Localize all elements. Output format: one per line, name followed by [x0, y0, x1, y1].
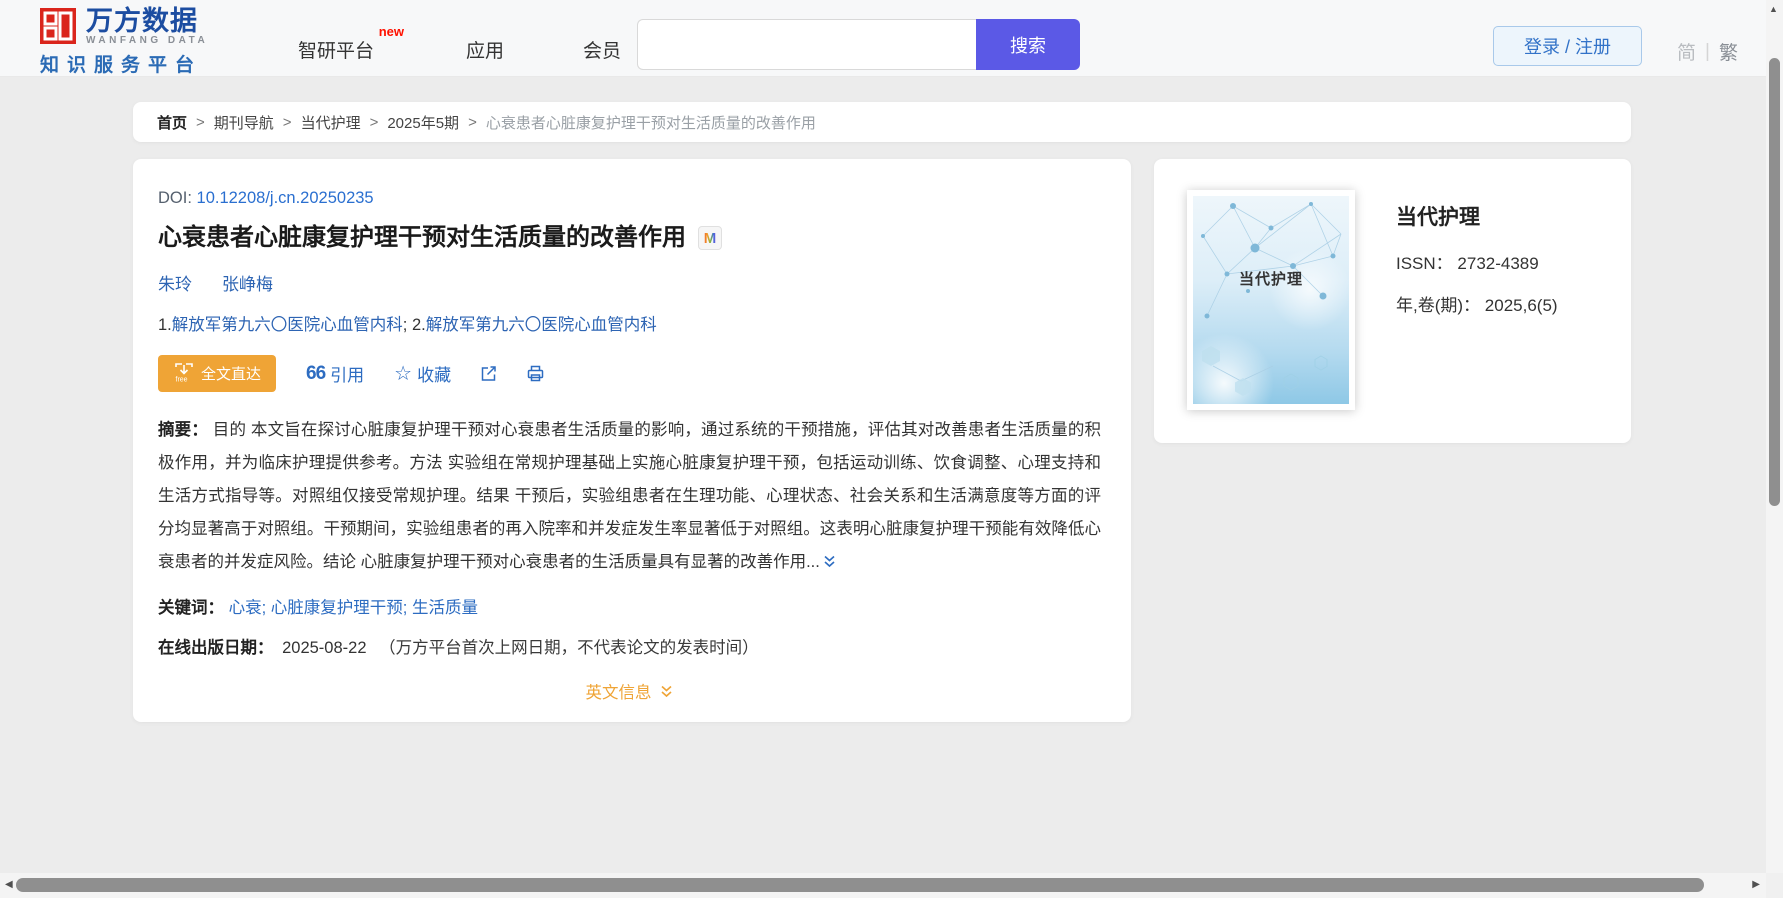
affiliation-number: 1. — [158, 316, 172, 334]
cite-button[interactable]: 66 引用 — [306, 361, 364, 386]
volume-label: 年,卷(期)： — [1396, 296, 1480, 315]
star-icon: ☆ — [394, 365, 412, 383]
breadcrumb-separator: > — [468, 114, 477, 131]
affiliation-separator: ; — [403, 316, 412, 334]
pubdate-label: 在线出版日期： — [158, 639, 274, 657]
breadcrumb: 首页 > 期刊导航 > 当代护理 > 2025年5期 > 心衰患者心脏康复护理干… — [133, 102, 1631, 142]
breadcrumb-separator: > — [196, 114, 205, 131]
authors-row: 朱玲 张峥梅 — [158, 270, 1101, 295]
pubdate-note: （万方平台首次上网日期，不代表论文的发表时间） — [379, 639, 759, 657]
printer-icon — [526, 364, 545, 383]
affiliation-link[interactable]: 解放军第九六〇医院心血管内科 — [172, 316, 403, 334]
scrollbar-left-arrow-icon[interactable]: ◀ — [5, 879, 13, 890]
article-actions: free 全文直达 66 引用 ☆ 收藏 — [158, 355, 1101, 392]
search-box: 搜索 — [637, 19, 1080, 70]
volume-value: 2025,6(5) — [1485, 296, 1558, 315]
breadcrumb-issue[interactable]: 2025年5期 — [387, 112, 459, 133]
horizontal-scrollbar[interactable]: ◀ ▶ — [0, 873, 1766, 898]
scrollbar-up-arrow-icon[interactable]: ▲ — [1769, 4, 1778, 14]
issn-label: ISSN： — [1396, 254, 1453, 273]
expand-abstract-icon[interactable] — [822, 548, 837, 581]
english-info-toggle[interactable]: 英文信息 — [158, 679, 1101, 703]
keyword-link[interactable]: 心脏康复护理干预 — [271, 599, 403, 617]
lang-traditional[interactable]: 繁 — [1719, 38, 1738, 65]
keyword-separator: ; — [262, 599, 271, 617]
login-register-button[interactable]: 登录 / 注册 — [1493, 26, 1642, 66]
nav-item-apps[interactable]: 应用 — [466, 36, 504, 63]
abstract-label: 摘要： — [158, 421, 208, 439]
article-detail-card: DOI: 10.12208/j.cn.20250235 心衰患者心脏康复护理干预… — [133, 159, 1131, 722]
breadcrumb-separator: > — [283, 114, 292, 131]
fulltext-free-download-icon: free — [173, 361, 195, 387]
journal-name[interactable]: 当代护理 — [1396, 201, 1480, 231]
doi-link[interactable]: 10.12208/j.cn.20250235 — [197, 189, 374, 207]
svg-text:free: free — [175, 376, 187, 383]
nav-item-member[interactable]: 会员 — [583, 36, 621, 63]
new-badge: new — [379, 24, 404, 39]
pubdate-row: 在线出版日期： 2025-08-22 （万方平台首次上网日期，不代表论文的发表时… — [158, 634, 1101, 658]
breadcrumb-home[interactable]: 首页 — [157, 112, 187, 133]
wanfang-logo[interactable]: 万方数据 WANFANG DATA 知识服务平台 — [40, 8, 208, 77]
doi-row: DOI: 10.12208/j.cn.20250235 — [158, 189, 1101, 208]
wanfang-logo-icon — [40, 8, 76, 44]
journal-info-card: 当代护理 当代护理 ISSN： 2732-4389 年,卷(期)： 2025,6… — [1154, 159, 1631, 443]
lang-simplified[interactable]: 简 — [1677, 38, 1696, 65]
logo-tagline: 知识服务平台 — [40, 50, 208, 77]
share-button[interactable] — [479, 364, 498, 383]
quote-icon: 66 — [306, 365, 325, 382]
share-icon — [479, 364, 498, 383]
site-header: 万方数据 WANFANG DATA 知识服务平台 智研平台 new 应用 会员 … — [0, 0, 1766, 77]
doi-label: DOI: — [158, 189, 192, 207]
logo-brand-text: 万方数据 — [86, 8, 208, 34]
vertical-scrollbar[interactable]: ▲ — [1766, 0, 1783, 873]
journal-volume-row: 年,卷(期)： 2025,6(5) — [1396, 291, 1558, 316]
keyword-link[interactable]: 生活质量 — [412, 599, 478, 617]
breadcrumb-journal[interactable]: 当代护理 — [301, 112, 361, 133]
double-chevron-down-icon — [659, 684, 674, 699]
author-link[interactable]: 朱玲 — [158, 270, 192, 295]
abstract-block: 摘要： 目的 本文旨在探讨心脏康复护理干预对心衰患者生活质量的影响，通过系统的干… — [158, 414, 1101, 581]
medline-badge-icon[interactable]: M — [698, 226, 722, 250]
search-input[interactable] — [637, 19, 976, 70]
journal-issn-row: ISSN： 2732-4389 — [1396, 249, 1539, 274]
affiliation-link[interactable]: 解放军第九六〇医院心血管内科 — [426, 316, 657, 334]
print-button[interactable] — [526, 364, 545, 383]
lang-divider: | — [1705, 41, 1710, 63]
affiliation-number: 2. — [412, 316, 426, 334]
article-title: 心衰患者心脏康复护理干预对生活质量的改善作用 — [158, 223, 686, 253]
horizontal-scrollbar-thumb[interactable] — [16, 878, 1704, 892]
abstract-text: 目的 本文旨在探讨心脏康复护理干预对心衰患者生活质量的影响，通过系统的干预措施，… — [158, 421, 1101, 571]
language-switch: 简 | 繁 — [1677, 38, 1738, 65]
author-link[interactable]: 张峥梅 — [222, 270, 273, 295]
logo-brand-en-text: WANFANG DATA — [86, 35, 208, 46]
fulltext-button[interactable]: free 全文直达 — [158, 355, 276, 392]
search-button[interactable]: 搜索 — [976, 19, 1080, 70]
keyword-link[interactable]: 心衰 — [229, 599, 262, 617]
issn-value: 2732-4389 — [1457, 254, 1538, 273]
journal-cover[interactable]: 当代护理 — [1187, 190, 1355, 410]
keyword-separator: ; — [403, 599, 412, 617]
vertical-scrollbar-thumb[interactable] — [1769, 58, 1780, 506]
nav-item-zhiyan-platform[interactable]: 智研平台 new — [298, 36, 374, 63]
scrollbar-corner — [1766, 873, 1783, 898]
scrollbar-right-arrow-icon[interactable]: ▶ — [1752, 879, 1760, 890]
pubdate-value: 2025-08-22 — [282, 639, 366, 657]
journal-cover-title: 当代护理 — [1193, 268, 1349, 289]
breadcrumb-journal-nav[interactable]: 期刊导航 — [214, 112, 274, 133]
breadcrumb-separator: > — [370, 114, 379, 131]
affiliations-row: 1.解放军第九六〇医院心血管内科; 2.解放军第九六〇医院心血管内科 — [158, 311, 1101, 335]
breadcrumb-current-article: 心衰患者心脏康复护理干预对生活质量的改善作用 — [486, 112, 816, 133]
favorite-button[interactable]: ☆ 收藏 — [394, 361, 451, 386]
keywords-row: 关键词： 心衰; 心脏康复护理干预; 生活质量 — [158, 594, 1101, 618]
keywords-label: 关键词： — [158, 599, 224, 617]
cover-network-pattern — [1193, 196, 1349, 404]
